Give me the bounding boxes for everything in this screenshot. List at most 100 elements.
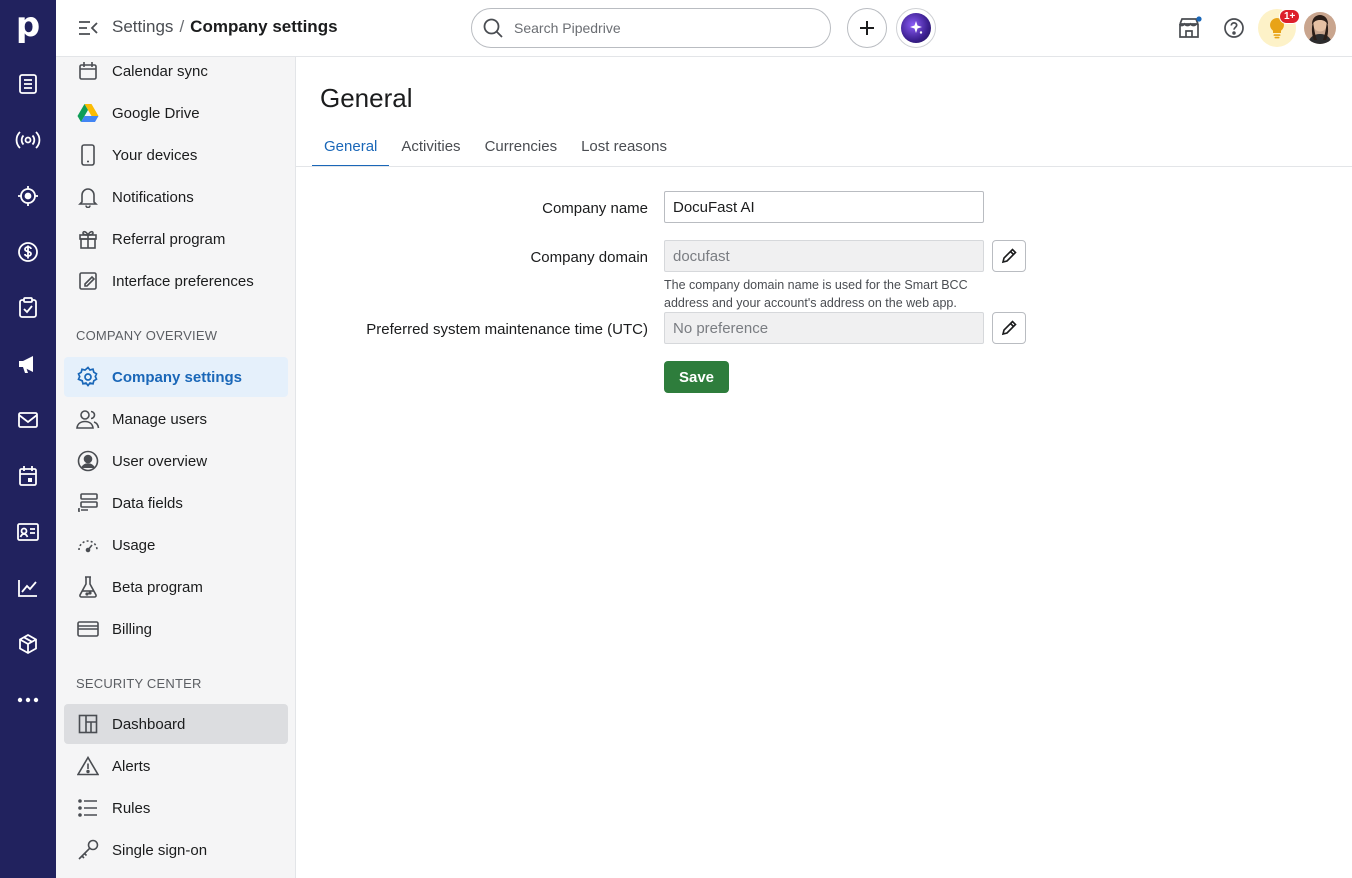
- more-icon[interactable]: [0, 672, 56, 728]
- mail-icon[interactable]: [0, 392, 56, 448]
- card-icon: [76, 617, 100, 641]
- pencil-icon: [1001, 320, 1017, 336]
- breadcrumb-settings[interactable]: Settings: [112, 17, 173, 37]
- sidebar-item-dashboard[interactable]: Dashboard: [64, 704, 288, 744]
- breadcrumb-separator: /: [179, 17, 185, 36]
- sidebar-item-label: Referral program: [112, 230, 226, 248]
- sidebar-item-label: Company settings: [112, 368, 243, 386]
- key-icon: [76, 838, 100, 862]
- sidebar-item-label: Manage users: [112, 410, 208, 428]
- edit-domain-button[interactable]: [992, 240, 1026, 272]
- users-icon: [76, 407, 100, 431]
- tab-general[interactable]: General: [312, 129, 390, 167]
- sidebar-item-label: Notifications: [112, 188, 194, 206]
- phone-icon: [76, 143, 100, 167]
- sidebar-item-label: Single sign-on: [112, 841, 208, 859]
- sidebar-item-label: Google Drive: [112, 104, 200, 122]
- sidebar-item-label: Beta program: [112, 578, 203, 596]
- plus-icon: [858, 19, 876, 37]
- sidebar-item-label: Usage: [112, 536, 156, 554]
- sidebar-item-interface-preferences[interactable]: Interface preferences: [64, 261, 288, 301]
- sidebar-item-label: Interface preferences: [112, 272, 254, 290]
- section-title-security-center: SECURITY CENTER: [76, 676, 202, 691]
- company-name-field[interactable]: [664, 191, 984, 223]
- target-icon[interactable]: [0, 168, 56, 224]
- pencil-icon: [1001, 248, 1017, 264]
- company-name-label: Company name: [542, 200, 648, 217]
- save-button[interactable]: Save: [664, 361, 729, 393]
- dashboard-icon: [76, 712, 100, 736]
- company-domain-field: [664, 240, 984, 272]
- sidebar-item-notifications[interactable]: Notifications: [64, 177, 288, 217]
- avatar[interactable]: [1304, 12, 1336, 44]
- tab-activities[interactable]: Activities: [389, 129, 472, 167]
- tab-lost-reasons[interactable]: Lost reasons: [569, 129, 679, 167]
- sidebar-item-billing[interactable]: Billing: [64, 609, 288, 649]
- sidebar-item-calendar-sync[interactable]: Calendar sync: [64, 57, 288, 91]
- edit-maintenance-button[interactable]: [992, 312, 1026, 344]
- breadcrumb: Settings / Company settings: [112, 17, 338, 37]
- section-title-company-overview: COMPANY OVERVIEW: [76, 328, 218, 343]
- sidebar-item-label: Billing: [112, 620, 153, 638]
- sidebar-item-rules[interactable]: Rules: [64, 788, 288, 828]
- search-input[interactable]: [514, 20, 814, 36]
- main-content: General General Activities Currencies Lo…: [296, 57, 1352, 878]
- pipedrive-logo[interactable]: p: [0, 0, 56, 56]
- sidebar-item-usage[interactable]: Usage: [64, 525, 288, 565]
- campaigns-icon[interactable]: [0, 336, 56, 392]
- sidebar-item-single-sign-on[interactable]: Single sign-on: [64, 830, 288, 870]
- sidebar-item-company-settings[interactable]: Company settings: [64, 357, 288, 397]
- sidebar-item-data-fields[interactable]: Data fields: [64, 483, 288, 523]
- list-icon: [76, 796, 100, 820]
- add-button[interactable]: [847, 8, 887, 48]
- help-icon[interactable]: [1220, 14, 1248, 42]
- calendar-icon[interactable]: [0, 448, 56, 504]
- sidebar-item-label: Dashboard: [112, 715, 186, 733]
- company-domain-label: Company domain: [530, 249, 648, 266]
- sidebar-item-label: User overview: [112, 452, 208, 470]
- gear-icon: [76, 365, 100, 389]
- notification-badge: 1+: [1279, 9, 1301, 24]
- sidebar-item-label: Rules: [112, 799, 151, 817]
- sidebar-item-label: Data fields: [112, 494, 183, 512]
- sidebar-item-label: Calendar sync: [112, 62, 208, 80]
- sidebar-item-label: Your devices: [112, 146, 198, 164]
- data-fields-icon: [76, 491, 100, 515]
- breadcrumb-current: Company settings: [190, 17, 338, 36]
- products-icon[interactable]: [0, 616, 56, 672]
- collapse-menu-icon[interactable]: [76, 16, 100, 40]
- marketplace-icon[interactable]: [1176, 14, 1204, 42]
- google-drive-icon: [76, 101, 100, 125]
- maintenance-time-field: [664, 312, 984, 344]
- gauge-icon: [76, 533, 100, 557]
- search-box[interactable]: [471, 8, 831, 48]
- contacts-icon[interactable]: [0, 504, 56, 560]
- flask-icon: [76, 575, 100, 599]
- sidebar-item-label: Alerts: [112, 757, 151, 775]
- tasks-icon[interactable]: [0, 280, 56, 336]
- user-circle-icon: [76, 449, 100, 473]
- sidebar-item-google-drive[interactable]: Google Drive: [64, 93, 288, 133]
- tab-currencies[interactable]: Currencies: [473, 129, 570, 167]
- sidebar-item-referral-program[interactable]: Referral program: [64, 219, 288, 259]
- leads-icon[interactable]: [0, 112, 56, 168]
- sidebar-item-beta-program[interactable]: Beta program: [64, 567, 288, 607]
- dollar-icon[interactable]: [0, 224, 56, 280]
- search-icon: [482, 17, 504, 39]
- page-title: General: [320, 83, 413, 113]
- ai-assistant-button[interactable]: [896, 8, 936, 48]
- app-rail: p: [0, 0, 56, 878]
- interface-icon: [76, 269, 100, 293]
- gift-icon: [76, 227, 100, 251]
- deals-icon[interactable]: [0, 56, 56, 112]
- maintenance-time-label: Preferred system maintenance time (UTC): [366, 321, 648, 338]
- insights-icon[interactable]: [0, 560, 56, 616]
- tab-bar: General Activities Currencies Lost reaso…: [312, 129, 679, 167]
- sidebar-item-your-devices[interactable]: Your devices: [64, 135, 288, 175]
- sidebar-item-alerts[interactable]: Alerts: [64, 746, 288, 786]
- sidebar-item-user-overview[interactable]: User overview: [64, 441, 288, 481]
- tabs-divider: [296, 166, 1352, 167]
- bell-icon: [76, 185, 100, 209]
- sidebar-item-manage-users[interactable]: Manage users: [64, 399, 288, 439]
- logo-letter: p: [15, 5, 41, 45]
